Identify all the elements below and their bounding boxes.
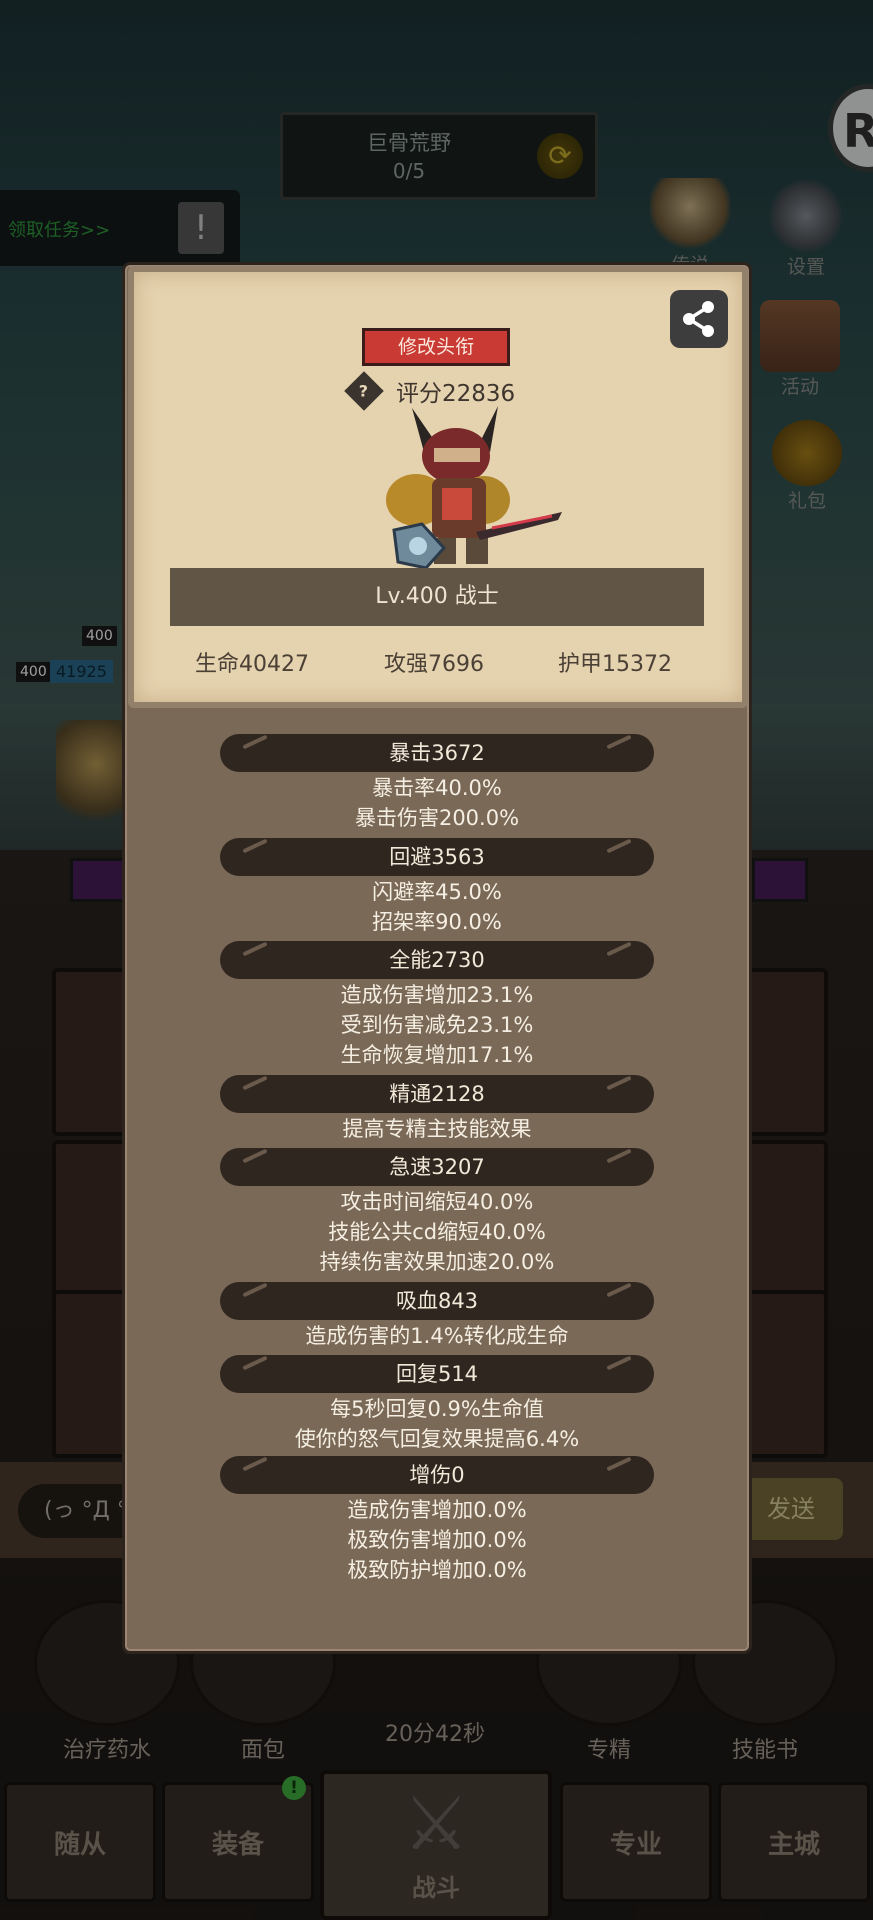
hp-stat: 生命40427: [195, 652, 309, 677]
warrior-character-sprite: [386, 406, 562, 570]
stat-line: 招架率90.0%: [372, 910, 502, 934]
stat-header-mastery: 精通2128: [220, 1075, 654, 1113]
stat-line: 持续伤害效果加速20.0%: [319, 1250, 555, 1274]
stat-line: 造成伤害的1.4%转化成生命: [305, 1324, 569, 1348]
stat-line: 闪避率45.0%: [372, 880, 502, 904]
stat-line: 生命恢复增加17.1%: [340, 1043, 534, 1067]
stat-line: 攻击时间缩短40.0%: [340, 1190, 534, 1214]
attack-stat: 攻强7696: [384, 652, 484, 677]
stat-header-haste: 急速3207: [220, 1148, 654, 1186]
edit-title-button[interactable]: 修改头衔: [362, 328, 510, 366]
stat-line: 造成伤害增加23.1%: [340, 983, 534, 1007]
level-class-bar: Lv.400 战士: [170, 568, 704, 626]
stat-line: 暴击伤害200.0%: [354, 806, 520, 830]
stat-header-damage-bonus: 增伤0: [220, 1456, 654, 1494]
stat-line: 受到伤害减免23.1%: [340, 1013, 534, 1037]
stat-line: 暴击率40.0%: [372, 776, 502, 800]
stat-header-avoidance: 回避3563: [220, 838, 654, 876]
stat-header-crit: 暴击3672: [220, 734, 654, 772]
stat-header-lifesteal: 吸血843: [220, 1282, 654, 1320]
stat-header-versatility: 全能2730: [220, 941, 654, 979]
stat-line: 使你的怒气回复效果提高6.4%: [294, 1427, 580, 1451]
stat-line: 每5秒回复0.9%生命值: [330, 1397, 544, 1421]
stat-line: 造成伤害增加0.0%: [347, 1498, 527, 1522]
stat-line: 极致防护增加0.0%: [347, 1558, 527, 1582]
share-icon: [683, 301, 714, 337]
stat-header-regen: 回复514: [220, 1355, 654, 1393]
stat-line: 技能公共cd缩短40.0%: [328, 1220, 546, 1244]
stat-line: 提高专精主技能效果: [342, 1117, 532, 1141]
armor-stat: 护甲15372: [558, 652, 672, 677]
share-button[interactable]: [670, 290, 728, 348]
stat-line: 极致伤害增加0.0%: [347, 1528, 527, 1552]
